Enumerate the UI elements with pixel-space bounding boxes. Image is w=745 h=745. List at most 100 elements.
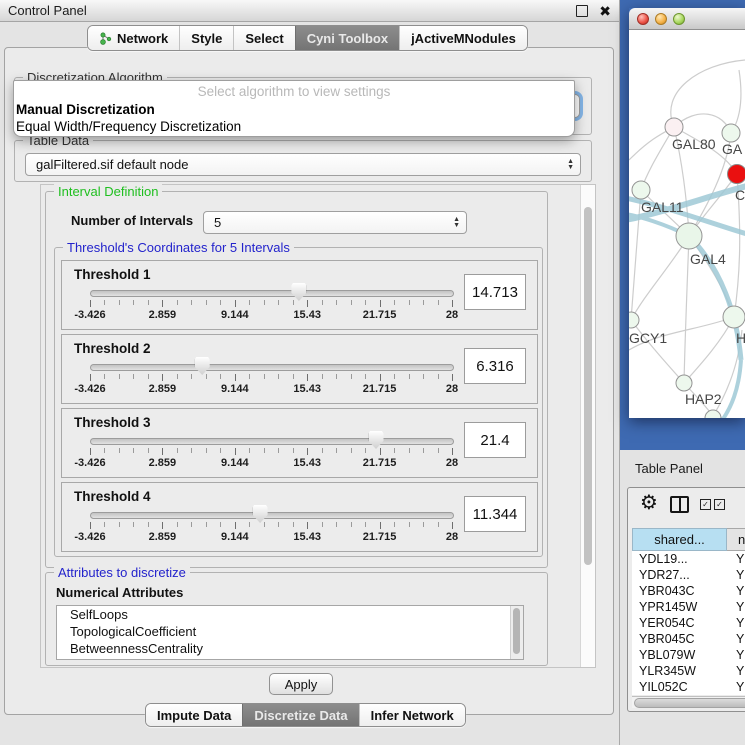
apply-button[interactable]: Apply xyxy=(269,673,333,695)
tab-style[interactable]: Style xyxy=(179,26,233,50)
node-label: H xyxy=(736,330,745,346)
node-red-selected[interactable] xyxy=(728,165,745,184)
tick-label: 9.144 xyxy=(221,531,249,543)
cell-shared-name: YBR043C xyxy=(632,584,727,598)
slider-track[interactable] xyxy=(90,438,454,445)
table-row[interactable]: YBR043CYBR0 xyxy=(632,583,745,599)
scrollbar-thumb[interactable] xyxy=(513,608,520,654)
node-label: GCY1 xyxy=(629,330,667,346)
table-row[interactable]: YER054CYER0 xyxy=(632,615,745,631)
tab-label: Cyni Toolbox xyxy=(307,31,388,46)
tab-label: Discretize Data xyxy=(254,708,347,723)
list-scrollbar[interactable] xyxy=(510,606,523,659)
table-rows: YDL19...YDL1YDR27...YDR2YBR043CYBR0YPR14… xyxy=(632,551,745,695)
number-of-intervals-combobox[interactable]: 5 ▲▼ xyxy=(203,211,467,234)
tab-label: Style xyxy=(191,31,222,46)
threshold-value-field[interactable]: 21.4 xyxy=(464,422,526,458)
tab-network[interactable]: Network xyxy=(88,26,179,50)
threshold-value-field[interactable]: 14.713 xyxy=(464,274,526,310)
stepper-arrows-icon: ▲▼ xyxy=(567,159,574,171)
threshold-panel: Threshold 3-3.4262.8599.14415.4321.71528… xyxy=(61,408,538,478)
horizontal-scrollbar[interactable] xyxy=(632,696,745,708)
slider-track[interactable] xyxy=(90,290,454,297)
tab-infer-network[interactable]: Infer Network xyxy=(359,704,465,726)
node-gcy1[interactable] xyxy=(629,312,639,328)
split-panel-icon[interactable] xyxy=(670,496,689,513)
table-row[interactable]: YDR27...YDR2 xyxy=(632,567,745,583)
vertical-scrollbar[interactable] xyxy=(580,185,595,667)
node-partial-top-right[interactable] xyxy=(722,124,740,142)
float-window-icon[interactable] xyxy=(576,5,588,17)
list-item[interactable]: BetweennessCentrality xyxy=(57,640,523,657)
list-item[interactable]: SelfLoops xyxy=(57,606,523,623)
interval-definition-group: Interval Definition Number of Intervals … xyxy=(45,191,548,568)
node-gal4[interactable] xyxy=(676,223,702,249)
numerical-attributes-list[interactable]: SelfLoopsTopologicalCoefficientBetweenne… xyxy=(56,605,524,660)
network-graph: GAL80 GA C GAL11 GAL4 GCY1 H HAP2 xyxy=(629,30,745,418)
gear-icon[interactable]: ⚙ xyxy=(640,490,658,515)
threshold-label: Threshold 1 xyxy=(74,267,151,282)
slider-ticks: -3.4262.8599.14415.4321.71528 xyxy=(90,448,452,472)
numerical-attributes-label: Numerical Attributes xyxy=(56,585,183,600)
close-traffic-light-icon[interactable] xyxy=(637,13,649,25)
node-gal11[interactable] xyxy=(632,181,650,199)
column-header-shared-name[interactable]: shared... xyxy=(632,528,727,551)
slider-thumb[interactable] xyxy=(195,357,210,375)
node-label: GAL11 xyxy=(641,199,684,215)
dropdown-option-equal-width[interactable]: Equal Width/Frequency Discretization xyxy=(14,117,574,134)
tick-label: 21.715 xyxy=(363,383,397,395)
dropdown-option-manual[interactable]: Manual Discretization xyxy=(14,99,574,117)
tick-label: 2.859 xyxy=(149,383,177,395)
minimize-traffic-light-icon[interactable] xyxy=(655,13,667,25)
cell-shared-name: YBL079W xyxy=(632,648,727,662)
tab-discretize-data[interactable]: Discretize Data xyxy=(242,704,358,726)
threshold-label: Threshold 4 xyxy=(74,489,151,504)
node-gal80[interactable] xyxy=(665,118,683,136)
cell-name: YBR0 xyxy=(727,632,745,646)
slider-track[interactable] xyxy=(90,364,454,371)
zoom-traffic-light-icon[interactable] xyxy=(673,13,685,25)
tick-label: 15.43 xyxy=(293,383,321,395)
cell-name: YPR1 xyxy=(727,600,745,614)
table-row[interactable]: YDL19...YDL1 xyxy=(632,551,745,567)
tab-select[interactable]: Select xyxy=(233,26,294,50)
tab-label: jActiveMNodules xyxy=(411,31,516,46)
slider-thumb[interactable] xyxy=(253,505,268,523)
node-h[interactable] xyxy=(723,306,745,328)
scrollbar-thumb[interactable] xyxy=(634,698,745,708)
tab-label: Impute Data xyxy=(157,708,231,723)
table-row[interactable]: YIL052CYIL0 xyxy=(632,679,745,695)
tab-impute-data[interactable]: Impute Data xyxy=(146,704,242,726)
slider-ticks: -3.4262.8599.14415.4321.71528 xyxy=(90,374,452,398)
column-header-name[interactable]: name xyxy=(727,528,745,551)
slider-thumb[interactable] xyxy=(291,283,306,301)
slider-track[interactable] xyxy=(90,512,454,519)
close-icon[interactable]: ✖ xyxy=(599,0,611,22)
table-row[interactable]: YBR045CYBR0 xyxy=(632,631,745,647)
tab-jactivemnodules[interactable]: jActiveMNodules xyxy=(399,26,527,50)
cell-shared-name: YPR145W xyxy=(632,600,727,614)
table-row[interactable]: YLR345WYLR3 xyxy=(632,663,745,679)
node-partial-bottom[interactable] xyxy=(705,410,721,418)
threshold-value-field[interactable]: 6.316 xyxy=(464,348,526,384)
network-canvas[interactable]: GAL80 GA C GAL11 GAL4 GCY1 H HAP2 xyxy=(629,30,745,418)
tick-label: 21.715 xyxy=(363,309,397,321)
network-window-titlebar xyxy=(629,8,745,30)
threshold-label: Threshold 2 xyxy=(74,341,151,356)
tick-label: -3.426 xyxy=(74,531,105,543)
tab-cyni-toolbox[interactable]: Cyni Toolbox xyxy=(295,26,399,50)
table-row[interactable]: YPR145WYPR1 xyxy=(632,599,745,615)
scrollbar-thumb[interactable] xyxy=(584,207,592,565)
table-data-combobox[interactable]: galFiltered.sif default node ▲▼ xyxy=(25,153,581,176)
list-item[interactable]: TopologicalCoefficient xyxy=(57,623,523,640)
node-hap2[interactable] xyxy=(676,375,692,391)
tick-label: 15.43 xyxy=(293,309,321,321)
threshold-value-field[interactable]: 11.344 xyxy=(464,496,526,532)
tick-label: -3.426 xyxy=(74,383,105,395)
number-of-intervals-label: Number of Intervals xyxy=(71,213,193,228)
column-checkbox-icon[interactable]: ✓ xyxy=(714,499,725,510)
slider-thumb[interactable] xyxy=(369,431,384,449)
tab-label: Select xyxy=(245,31,283,46)
column-checkbox-icon[interactable]: ✓ xyxy=(700,499,711,510)
table-row[interactable]: YBL079WYBL0 xyxy=(632,647,745,663)
